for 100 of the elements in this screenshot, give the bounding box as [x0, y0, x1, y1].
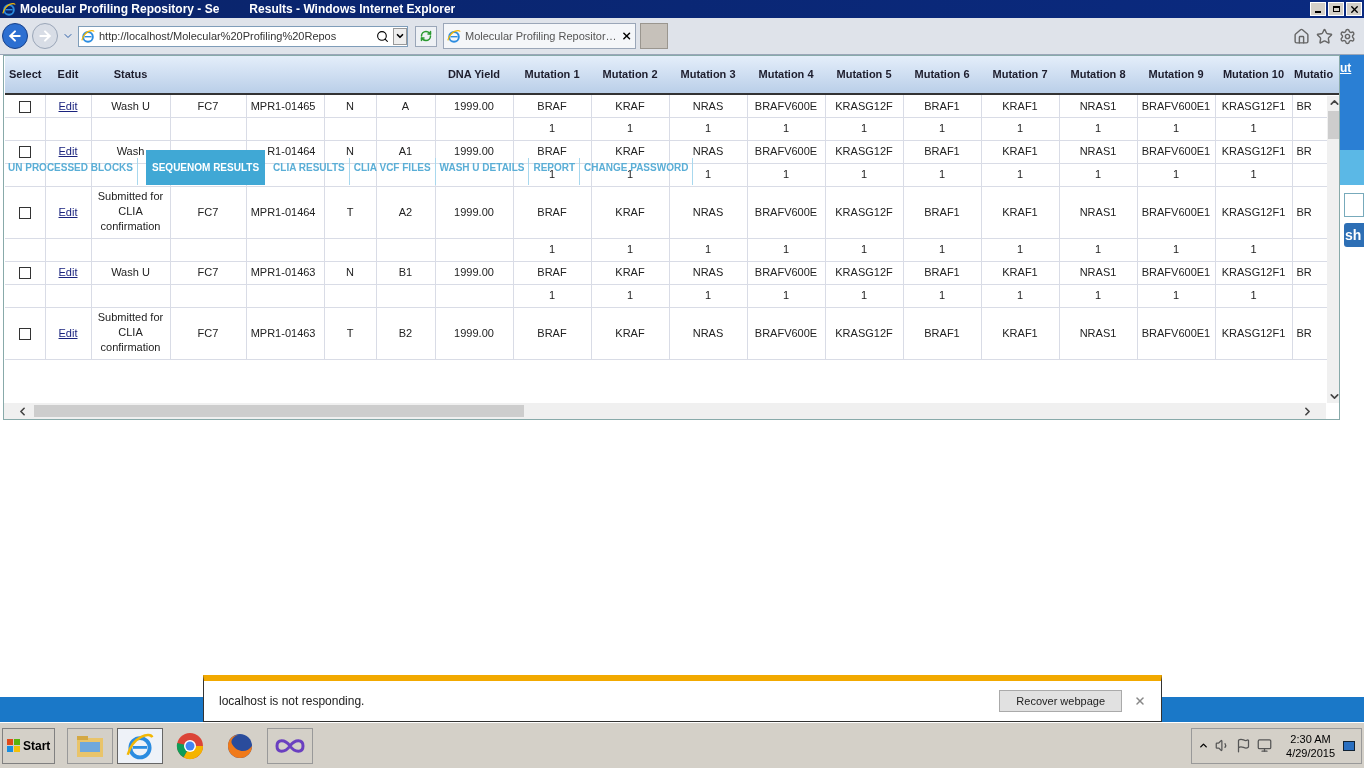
flag-icon[interactable] [1236, 738, 1252, 753]
forward-arrow-icon [37, 28, 53, 44]
network-icon[interactable] [1257, 738, 1273, 753]
close-button[interactable] [1346, 2, 1362, 16]
table-cell: 1 [1250, 243, 1257, 256]
home-icon[interactable] [1293, 27, 1310, 45]
row-checkbox[interactable] [18, 267, 31, 280]
settings-icon[interactable] [1339, 27, 1356, 45]
show-desktop-button[interactable] [1343, 740, 1355, 751]
table-cell: NRAS1 [1079, 145, 1117, 158]
table-cell: 1999.00 [454, 205, 494, 218]
table-cell: A2 [398, 205, 413, 218]
start-button[interactable]: Start [2, 727, 56, 764]
recover-webpage-button[interactable]: Recover webpage [999, 690, 1122, 712]
table-cell: BRAFV600E [754, 205, 818, 218]
table-cell: KRAF1 [1002, 205, 1038, 218]
table-cell: KRAF [615, 205, 645, 218]
column-header: Mutation 8 [1070, 68, 1126, 81]
scroll-thumb[interactable] [1328, 111, 1339, 139]
minimize-button[interactable] [1310, 2, 1326, 16]
table-cell: MPR1-01463 [250, 326, 316, 339]
table-cell: R1-01464 [267, 145, 316, 158]
show-hidden-icons-icon[interactable] [1198, 740, 1210, 751]
table-cell: 1 [1250, 168, 1257, 181]
table-cell: BR [1296, 145, 1312, 158]
table-cell: BRAF1 [924, 266, 960, 279]
table-cell: 1 [938, 243, 946, 256]
logout-link[interactable]: ut [1340, 59, 1352, 77]
table-cell-text: Submitted for CLIA confirmation [96, 189, 165, 235]
table-cell: NRAS [692, 266, 724, 279]
column-header: Mutation 10 [1222, 68, 1285, 81]
column-header: Mutation 6 [914, 68, 970, 81]
table-cell: 1 [1094, 289, 1102, 302]
browser-icon [2, 2, 16, 16]
vertical-scrollbar[interactable] [1327, 96, 1339, 403]
table-cell: BRAF [537, 205, 567, 218]
table-cell: KRAF1 [1002, 99, 1038, 112]
close-tab-icon[interactable] [620, 30, 632, 42]
table-cell: KRAF1 [1002, 326, 1038, 339]
browser-tab[interactable]: Molecular Profiling Repositor… [443, 23, 636, 49]
edit-link[interactable]: Edit [58, 266, 78, 279]
table-cell: 1 [782, 168, 790, 181]
restore-button[interactable] [1328, 2, 1344, 16]
search-icon[interactable] [376, 29, 389, 43]
table-cell: 1999.00 [454, 266, 494, 279]
column-header: Edit [57, 68, 79, 81]
table-cell: KRASG12F1 [1221, 326, 1286, 339]
row-checkbox[interactable] [18, 327, 31, 340]
table-cell: NRAS1 [1079, 326, 1117, 339]
refresh-button[interactable] [415, 25, 437, 47]
table-cell: 1 [1094, 122, 1102, 135]
taskbar-app[interactable] [267, 727, 314, 764]
row-checkbox[interactable] [18, 100, 31, 113]
table-cell: 1 [704, 243, 712, 256]
edit-link[interactable]: Edit [58, 145, 78, 158]
table-cell: 1 [860, 289, 868, 302]
text-field[interactable] [1344, 193, 1364, 217]
browser-icon [126, 731, 155, 760]
horizontal-scrollbar[interactable] [4, 403, 1326, 419]
edit-link[interactable]: Edit [58, 99, 78, 112]
column-header: Mutation 2 [602, 68, 658, 81]
notification-message: localhost is not responding. [219, 693, 365, 710]
table-cell: 1 [1172, 168, 1180, 181]
table-cell: BR [1296, 205, 1312, 218]
row-checkbox[interactable] [18, 146, 31, 159]
table-cell: T [346, 205, 354, 218]
table-cell: FC7 [197, 326, 219, 339]
table-cell: FC7 [197, 266, 219, 279]
address-field[interactable]: http://localhost/Molecular%20Profiling%20Repos [78, 25, 408, 47]
table-cell: KRAF [615, 266, 645, 279]
edit-link[interactable]: Edit [58, 205, 78, 218]
dropdown-icon[interactable] [393, 27, 407, 45]
scroll-thumb[interactable] [34, 405, 524, 417]
table-cell: NRAS1 [1079, 205, 1117, 218]
table-cell: BRAFV600E [754, 266, 818, 279]
taskbar-app[interactable] [117, 727, 164, 764]
table-cell: 1 [860, 122, 868, 135]
table-cell: N [346, 266, 354, 279]
table-cell: 1 [938, 289, 946, 302]
row-checkbox[interactable] [18, 206, 31, 219]
close-icon[interactable] [1134, 695, 1146, 707]
favorites-icon[interactable] [1316, 27, 1333, 45]
refresh-arrows-icon [420, 30, 432, 42]
table-cell: BRAF1 [924, 205, 960, 218]
table-cell: MPR1-01463 [250, 266, 316, 279]
table-cell: 1999.00 [454, 145, 494, 158]
table-cell: 1 [626, 243, 634, 256]
edit-link[interactable]: Edit [58, 326, 78, 339]
refresh-page-button[interactable]: sh [1344, 223, 1364, 247]
back-button[interactable] [2, 23, 28, 49]
table-cell: 1999.00 [454, 326, 494, 339]
table-cell: BRAFV600E [754, 326, 818, 339]
table-cell: BRAFV600E1 [1141, 205, 1211, 218]
table-cell: BRAFV600E1 [1141, 266, 1211, 279]
table-cell: 1 [1016, 122, 1024, 135]
table-cell: KRASG12F [835, 145, 893, 158]
table-cell: 1 [1094, 168, 1102, 181]
table-cell: 1 [704, 289, 712, 302]
table-cell: Wash U [111, 266, 150, 279]
table-cell: 1 [782, 122, 790, 135]
